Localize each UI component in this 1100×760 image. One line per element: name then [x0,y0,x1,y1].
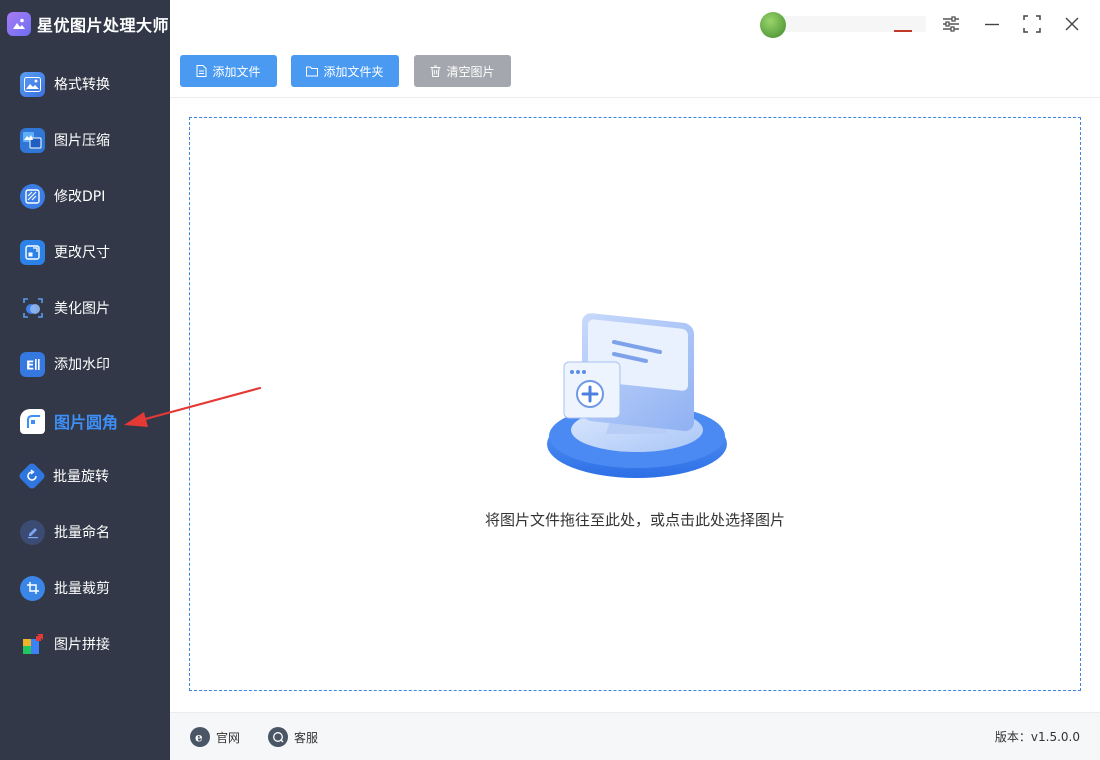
sidebar-item-label: 添加水印 [54,357,110,373]
sidebar-item-add-watermark[interactable]: E 添加水印 [0,342,170,386]
clear-images-button[interactable]: 清空图片 [414,55,511,87]
sidebar-item-image-stitch[interactable]: 图片拼接 [0,622,170,666]
sidebar-item-image-compress[interactable]: 图片压缩 [0,118,170,162]
sidebar-item-label: 更改尺寸 [54,245,110,261]
version-text: 版本：v1.5.0.0 [994,730,1080,744]
file-drop-zone[interactable]: 将图片文件拖往至此处，或点击此处选择图片 [189,117,1081,691]
website-label: 官网 [216,730,241,745]
sidebar-item-change-size[interactable]: 更改尺寸 [0,230,170,274]
browser-icon: e [190,727,210,747]
resize-icon [20,239,45,265]
beautify-icon [20,296,45,321]
crop-icon [20,575,45,601]
drop-zone-hint: 将图片文件拖往至此处，或点击此处选择图片 [484,511,785,529]
image-compress-icon [20,127,45,153]
username-underline [894,30,912,32]
website-link[interactable]: e 官网 [190,726,240,748]
avatar[interactable] [760,12,786,38]
rounded-corner-icon [20,408,45,434]
maximize-icon[interactable] [1020,12,1044,36]
folder-icon [306,66,319,76]
support-label: 客服 [294,730,319,745]
support-link[interactable]: 客服 [268,726,318,748]
puzzle-icon [20,632,45,657]
trash-icon [430,65,441,77]
computer-add-image-illustration [547,313,727,478]
add-folder-label: 添加文件夹 [323,64,384,79]
toolbar: 添加文件 添加文件夹 清空图片 [170,48,1100,98]
sidebar-item-label: 修改DPI [54,189,106,205]
app-logo-icon [7,12,31,36]
file-icon [196,65,207,77]
app-name: 星优图片处理大师 [37,16,170,35]
add-folder-button[interactable]: 添加文件夹 [291,55,399,87]
minimize-icon[interactable] [980,12,1004,36]
sidebar-item-beautify-image[interactable]: 美化图片 [0,286,170,330]
rotate-icon [17,461,47,491]
title-bar [170,0,1100,48]
sidebar-item-label: 图片拼接 [54,637,110,653]
rename-icon [20,519,45,545]
app-title-bar: 星优图片处理大师 [0,0,170,48]
sidebar-item-format-convert[interactable]: 格式转换 [0,62,170,106]
svg-text:e: e [195,731,203,743]
sidebar-item-label: 批量裁剪 [54,581,110,597]
watermark-icon: E [20,351,45,377]
sidebar-item-label: 图片压缩 [54,133,110,149]
footer: e 官网 客服 版本：v1.5.0.0 [170,712,1100,760]
sidebar-item-label: 美化图片 [54,301,110,317]
add-file-label: 添加文件 [212,64,261,79]
chat-icon [268,727,288,747]
sidebar-item-label: 格式转换 [54,77,110,93]
sidebar-item-modify-dpi[interactable]: 修改DPI [0,174,170,218]
settings-icon[interactable] [939,12,963,36]
sidebar-item-batch-rotate[interactable]: 批量旋转 [0,454,170,498]
sidebar-item-label: 批量命名 [54,525,110,541]
close-icon[interactable] [1060,12,1084,36]
sidebar-item-batch-rename[interactable]: 批量命名 [0,510,170,554]
clear-images-label: 清空图片 [446,64,495,79]
sidebar-item-label: 批量旋转 [53,469,109,485]
add-file-button[interactable]: 添加文件 [180,55,277,87]
sidebar-item-rounded-corner[interactable]: 图片圆角 [0,399,170,443]
dpi-icon [20,183,45,209]
sidebar-item-label: 图片圆角 [54,413,119,432]
sidebar-item-batch-crop[interactable]: 批量裁剪 [0,566,170,610]
svg-text:E: E [26,358,34,372]
image-format-icon [20,71,45,97]
sidebar: 星优图片处理大师 格式转换 图片压缩 修改DPI 更改尺寸 美化图片 E 添加水… [0,0,170,760]
